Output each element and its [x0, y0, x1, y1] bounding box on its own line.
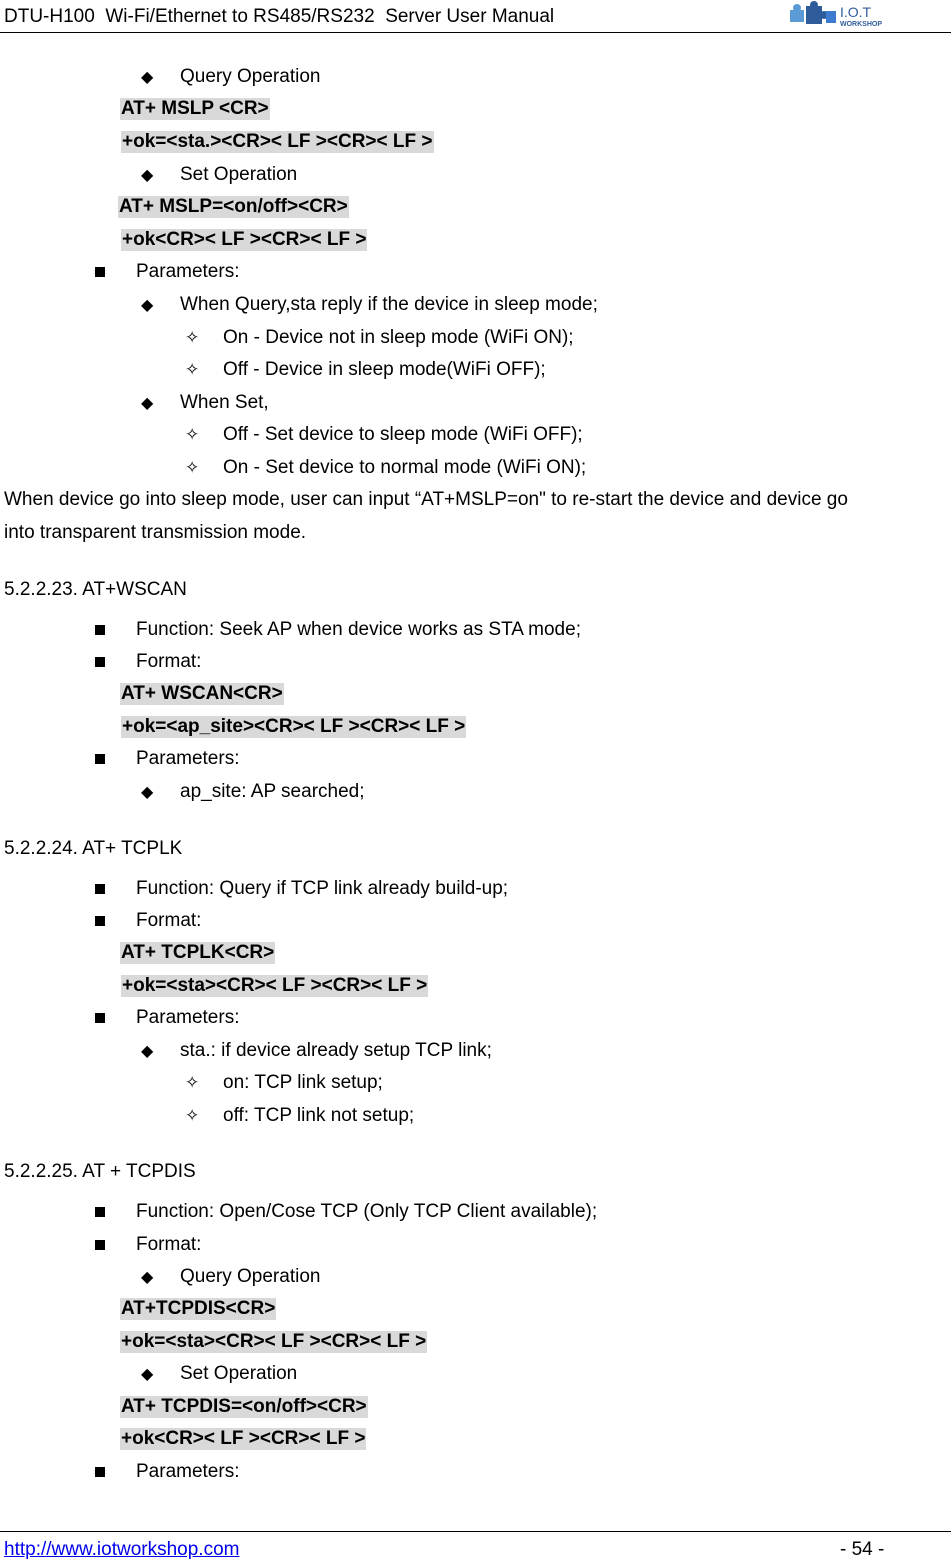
mslp-query-command: AT+ MSLP <CR> [120, 98, 270, 120]
star-bullet-icon: ✧ [185, 1106, 200, 1125]
logo-subtext: WORKSHOP [840, 21, 882, 28]
page-footer: http://www.iotworkshop.com - 54 - [0, 1531, 951, 1560]
diamond-bullet-icon: ◆ [141, 297, 154, 314]
mslp-param-query: When Query,sta reply if the device in sl… [180, 294, 598, 315]
tcplk-param-off: off: TCP link not setup; [223, 1105, 415, 1126]
logo-text: I.O.T [840, 4, 872, 20]
star-bullet-icon: ✧ [185, 1073, 200, 1092]
tcpdis-format-label: Format: [136, 1234, 202, 1255]
mslp-param-query-on: On - Device not in sleep mode (WiFi ON); [223, 327, 574, 348]
square-bullet-icon [95, 267, 105, 277]
mslp-set-command: AT+ MSLP=<on/off><CR> [118, 196, 349, 218]
mslp-param-set-off: Off - Set device to sleep mode (WiFi OFF… [223, 424, 583, 445]
star-bullet-icon: ✧ [185, 328, 200, 347]
tcplk-command: AT+ TCPLK<CR> [120, 942, 276, 964]
tcplk-response: +ok=<sta><CR>< LF ><CR>< LF > [121, 975, 429, 997]
list-item [95, 261, 105, 283]
tcpdis-set-command: AT+ TCPDIS=<on/off><CR> [120, 1396, 368, 1418]
square-bullet-icon [95, 1467, 105, 1477]
diamond-bullet-icon: ◆ [141, 395, 154, 412]
page-header: DTU-H100 Wi-Fi/Ethernet to RS485/RS232 S… [0, 0, 951, 33]
page-number: - 54 - [840, 1539, 885, 1560]
mslp-note-line2: into transparent transmission mode. [4, 522, 307, 543]
iot-workshop-logo: I.O.T WORKSHOP [786, 1, 896, 29]
star-bullet-icon: ✧ [185, 425, 200, 444]
tcpdis-set-response: +ok<CR>< LF ><CR>< LF > [120, 1428, 367, 1450]
tcpdis-set-label: Set Operation [180, 1363, 298, 1384]
diamond-bullet-icon: ◆ [141, 784, 154, 801]
document-title: DTU-H100 Wi-Fi/Ethernet to RS485/RS232 S… [4, 6, 555, 27]
tcplk-function: Function: Query if TCP link already buil… [136, 878, 509, 899]
section-heading-tcplk: 5.2.2.24. AT+ TCPLK [4, 838, 183, 859]
mslp-query-response: +ok=<sta.><CR>< LF ><CR>< LF > [121, 131, 434, 153]
wscan-format-label: Format: [136, 651, 202, 672]
tcplk-param-sta: sta.: if device already setup TCP link; [180, 1040, 492, 1061]
diamond-bullet-icon: ◆ [141, 167, 154, 184]
tcpdis-params-label: Parameters: [136, 1461, 240, 1482]
tcpdis-query-label: Query Operation [180, 1266, 321, 1287]
mslp-param-set-on: On - Set device to normal mode (WiFi ON)… [223, 457, 587, 478]
tcpdis-function: Function: Open/Cose TCP (Only TCP Client… [136, 1201, 598, 1222]
wscan-param-ap-site: ap_site: AP searched; [180, 781, 365, 802]
mslp-param-set: When Set, [180, 392, 269, 413]
section-heading-tcpdis: 5.2.2.25. AT + TCPDIS [4, 1161, 196, 1182]
square-bullet-icon [95, 625, 105, 635]
tcplk-param-on: on: TCP link setup; [223, 1072, 383, 1093]
diamond-bullet-icon: ◆ [141, 1269, 154, 1286]
tcpdis-query-response: +ok=<sta><CR>< LF ><CR>< LF > [120, 1331, 428, 1353]
tcplk-format-label: Format: [136, 910, 202, 931]
diamond-bullet-icon: ◆ [141, 69, 154, 86]
diamond-bullet-icon: ◆ [141, 1043, 154, 1060]
mslp-set-response: +ok<CR>< LF ><CR>< LF > [121, 229, 368, 251]
square-bullet-icon [95, 1013, 105, 1023]
mslp-query-label: Query Operation [180, 66, 321, 87]
square-bullet-icon [95, 754, 105, 764]
tcplk-params-label: Parameters: [136, 1007, 240, 1028]
mslp-params-label: Parameters: [136, 261, 240, 282]
mslp-set-label: Set Operation [180, 164, 298, 185]
mslp-param-query-off: Off - Device in sleep mode(WiFi OFF); [223, 359, 546, 380]
wscan-params-label: Parameters: [136, 748, 240, 769]
star-bullet-icon: ✧ [185, 360, 200, 379]
section-heading-wscan: 5.2.2.23. AT+WSCAN [4, 579, 187, 600]
square-bullet-icon [95, 916, 105, 926]
square-bullet-icon [95, 1240, 105, 1250]
list-item: ◆ [141, 164, 153, 187]
tcpdis-query-command: AT+TCPDIS<CR> [120, 1298, 277, 1320]
list-item: ◆ [141, 66, 153, 89]
square-bullet-icon [95, 884, 105, 894]
star-bullet-icon: ✧ [185, 458, 200, 477]
diamond-bullet-icon: ◆ [141, 1366, 154, 1383]
square-bullet-icon [95, 1207, 105, 1217]
mslp-note-line1: When device go into sleep mode, user can… [4, 489, 848, 510]
website-link[interactable]: http://www.iotworkshop.com [4, 1539, 239, 1561]
puzzle-logo-icon: I.O.T WORKSHOP [790, 1, 882, 28]
wscan-function: Function: Seek AP when device works as S… [136, 619, 581, 640]
wscan-response: +ok=<ap_site><CR>< LF ><CR>< LF > [121, 716, 467, 738]
square-bullet-icon [95, 657, 105, 667]
wscan-command: AT+ WSCAN<CR> [120, 683, 284, 705]
